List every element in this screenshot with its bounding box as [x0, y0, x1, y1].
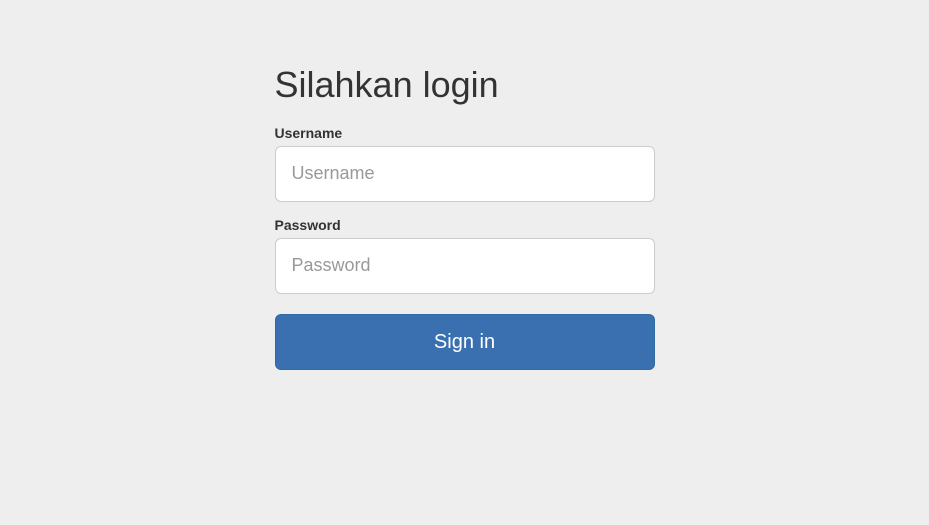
- username-group: Username: [275, 125, 655, 202]
- form-heading: Silahkan login: [275, 65, 655, 105]
- password-label: Password: [275, 217, 655, 233]
- username-input[interactable]: [275, 146, 655, 202]
- login-form: Silahkan login Username Password Sign in: [275, 0, 655, 370]
- username-label: Username: [275, 125, 655, 141]
- password-input[interactable]: [275, 238, 655, 294]
- password-group: Password: [275, 217, 655, 294]
- sign-in-button[interactable]: Sign in: [275, 314, 655, 371]
